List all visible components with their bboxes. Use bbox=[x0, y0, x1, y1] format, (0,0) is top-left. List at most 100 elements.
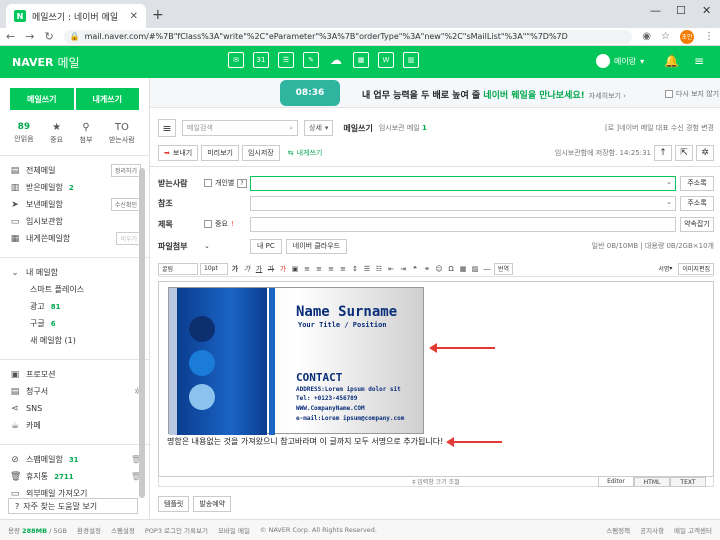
footer-link-notice[interactable]: 공지사항 bbox=[640, 525, 664, 535]
important-checkbox[interactable]: 중요! bbox=[204, 219, 250, 229]
tab-text[interactable]: TEXT bbox=[670, 477, 706, 487]
line-height-icon[interactable]: ↕ bbox=[350, 263, 360, 275]
address-book-button[interactable]: 주소록 bbox=[680, 175, 714, 191]
draft-count[interactable]: 임시보관 메일 1 bbox=[379, 123, 427, 133]
unread-filter[interactable]: 89 안읽음 bbox=[14, 122, 33, 145]
sidebar-item-drafts[interactable]: ▭ 임시보관함 bbox=[0, 213, 149, 230]
special-char-icon[interactable]: Ω bbox=[446, 263, 456, 275]
forward-icon[interactable]: → bbox=[25, 30, 34, 43]
empty-button[interactable]: 비우기 bbox=[116, 232, 141, 245]
user-menu[interactable]: 메이랑 ▾ bbox=[596, 54, 644, 68]
cloud-app-icon[interactable]: ☁ bbox=[328, 52, 344, 68]
search-input[interactable]: 메일검색 ⌕ bbox=[182, 120, 298, 136]
sidebar-item-google[interactable]: 구글 6 bbox=[0, 315, 149, 332]
image-icon[interactable]: ▨ bbox=[470, 263, 480, 275]
footer-link-help[interactable]: 메일 고객센터 bbox=[674, 525, 712, 535]
footer-link-spam-policy[interactable]: 스팸정책 bbox=[606, 525, 630, 535]
cc-address-book-button[interactable]: 주소록 bbox=[680, 195, 714, 211]
naver-mail-logo[interactable]: NAVER 메일 bbox=[12, 54, 80, 71]
font-select[interactable]: 굴림 bbox=[158, 262, 198, 275]
sidebar-item-promotion[interactable]: ▣ 프로모션 bbox=[0, 366, 149, 383]
footer-link-spam[interactable]: 스팸설정 bbox=[111, 525, 135, 535]
sidebar-item-sent[interactable]: ➤ 보낸메일함 수신확인 bbox=[0, 196, 149, 213]
maximize-icon[interactable]: ☐ bbox=[676, 4, 686, 17]
url-field[interactable]: 🔒 mail.naver.com/#%7B"fClass%3A"write"%2C… bbox=[63, 29, 633, 44]
footer-link-mobile[interactable]: 모바일 메일 bbox=[218, 525, 250, 535]
minimize-icon[interactable]: — bbox=[650, 4, 661, 17]
table-icon[interactable]: ▦ bbox=[458, 263, 468, 275]
sidebar-item-cafe[interactable]: ☕ 카페 bbox=[0, 417, 149, 434]
sidebar-item-ads[interactable]: 광고 81 bbox=[0, 298, 149, 315]
appointment-button[interactable]: 약속잡기 bbox=[680, 216, 714, 232]
sidebar-item-self[interactable]: ▦ 내게쓴메일함 비우기 bbox=[0, 230, 149, 247]
quote-icon[interactable]: ❝ bbox=[410, 263, 420, 275]
sidebar-item-inbox[interactable]: ▥ 받은메일함 2 bbox=[0, 179, 149, 196]
save-draft-button[interactable]: 임시저장 bbox=[241, 145, 280, 161]
sidebar-item-bills[interactable]: ▤ 청구서 ✲ bbox=[0, 383, 149, 400]
list-icon[interactable]: ☰ bbox=[362, 263, 372, 275]
close-tab-icon[interactable]: ✕ bbox=[130, 11, 138, 22]
hr-icon[interactable]: ― bbox=[482, 263, 492, 275]
my-pc-button[interactable]: 내 PC bbox=[250, 238, 282, 254]
preview-button[interactable]: 미리보기 bbox=[201, 145, 239, 161]
scroll-top-icon[interactable]: ↑ bbox=[654, 145, 672, 161]
signature-select[interactable]: 서명 ▾ bbox=[655, 263, 675, 275]
window-close-icon[interactable]: ✕ bbox=[702, 4, 711, 17]
office-app-icon[interactable]: ▦ bbox=[353, 52, 369, 68]
sidebar-item-spam[interactable]: ⊘ 스팸메일함 31 🗑 bbox=[0, 451, 149, 468]
write-to-self-toggle[interactable]: ⇆ 내게쓰기 bbox=[282, 145, 328, 161]
detail-search-select[interactable]: 상세 ▾ bbox=[304, 120, 334, 136]
important-filter[interactable]: ★ 중요 bbox=[50, 122, 63, 145]
hamburger-icon[interactable]: ≡ bbox=[158, 119, 176, 137]
sidebar-item-sns[interactable]: ⋖ SNS bbox=[0, 400, 149, 417]
search-icon[interactable]: ⌕ bbox=[289, 124, 293, 133]
hamburger-icon[interactable]: ≡ bbox=[694, 54, 704, 68]
popout-icon[interactable]: ⇱ bbox=[675, 145, 693, 161]
image-edit-button[interactable]: 이미지편집 bbox=[678, 262, 714, 275]
whale-banner[interactable]: 08:36 내 업무 능력을 두 배로 높여 줄 네이버 웨일을 만나보세요! 자… bbox=[150, 78, 720, 108]
banner-hide-checkbox[interactable]: 다시 보지 않기 bbox=[665, 89, 719, 99]
attachment-filter[interactable]: ⚲ 첨부 bbox=[80, 122, 93, 145]
reload-icon[interactable]: ↻ bbox=[44, 30, 53, 43]
text-color-icon[interactable]: 가 bbox=[278, 263, 288, 275]
sidebar-item-trash[interactable]: 🗑 휴지통 2711 🗑 bbox=[0, 468, 149, 485]
back-icon[interactable]: ← bbox=[6, 30, 15, 43]
menu-dots-icon[interactable]: ⋮ bbox=[704, 31, 714, 42]
indent-icon[interactable]: ⇥ bbox=[398, 263, 408, 275]
link-icon[interactable]: ⚭ bbox=[422, 263, 432, 275]
bell-icon[interactable]: 🔔 bbox=[664, 54, 679, 68]
read-receipt-button[interactable]: 수신확인 bbox=[110, 198, 141, 211]
works-app-icon[interactable]: W bbox=[378, 52, 394, 68]
translate-button[interactable]: 번역 bbox=[494, 262, 514, 275]
numbered-list-icon[interactable]: ☷ bbox=[374, 263, 384, 275]
mail-app-icon[interactable]: ✉ bbox=[228, 52, 244, 68]
contacts-app-icon[interactable]: ☰ bbox=[278, 52, 294, 68]
help-button[interactable]: ? 자주 찾는 도움말 보기 bbox=[8, 498, 138, 514]
underline-icon[interactable]: 가 bbox=[254, 263, 264, 275]
justify-icon[interactable]: ≡ bbox=[338, 263, 348, 275]
footer-link-settings[interactable]: 환경설정 bbox=[77, 525, 101, 535]
align-right-icon[interactable]: ≡ bbox=[326, 263, 336, 275]
new-tab-icon[interactable]: + bbox=[152, 7, 164, 23]
align-center-icon[interactable]: ≡ bbox=[314, 263, 324, 275]
mail-body-editor[interactable]: Name Surname Your Title / Position CONTA… bbox=[158, 281, 714, 477]
template-button[interactable]: 템플릿 bbox=[158, 496, 190, 512]
strike-icon[interactable]: 가 bbox=[266, 263, 276, 275]
naver-cloud-button[interactable]: 네이버 클라우드 bbox=[285, 238, 348, 254]
sidebar-item-new-folder[interactable]: 새 메일함 (1) bbox=[0, 332, 149, 349]
font-size-select[interactable]: 10pt bbox=[200, 262, 228, 275]
outdent-icon[interactable]: ⇤ bbox=[386, 263, 396, 275]
schedule-send-button[interactable]: 발송예약 bbox=[193, 496, 232, 512]
profile-avatar[interactable]: 초안 bbox=[680, 29, 694, 44]
attach-toggle[interactable]: ⌄ bbox=[204, 242, 250, 250]
grid-app-icon[interactable]: ▥ bbox=[403, 52, 419, 68]
cc-input[interactable]: ⌄ bbox=[250, 195, 676, 211]
footer-link-pop3[interactable]: POP3 로그인 기록보기 bbox=[145, 525, 208, 535]
sidebar-item-all[interactable]: ▤ 전체메일 정리하기 bbox=[0, 162, 149, 179]
to-input[interactable]: ⌄ bbox=[250, 175, 676, 191]
tab-html[interactable]: HTML bbox=[634, 477, 670, 487]
send-button[interactable]: ➡ 보내기 bbox=[158, 145, 199, 161]
memo-app-icon[interactable]: ✎ bbox=[303, 52, 319, 68]
subject-input[interactable] bbox=[250, 216, 676, 232]
italic-icon[interactable]: 가 bbox=[242, 263, 252, 275]
